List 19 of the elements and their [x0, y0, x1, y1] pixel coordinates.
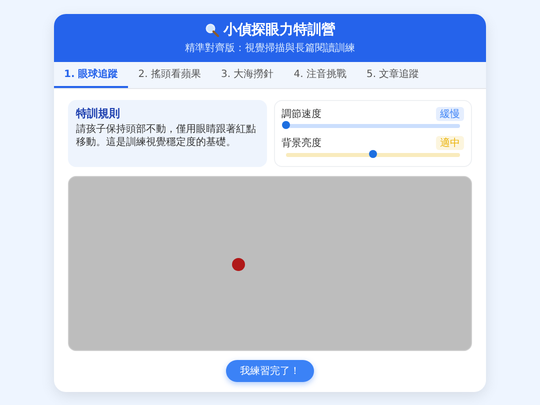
tab[interactable]: 4. 注音挑戰: [284, 62, 356, 88]
value-tag: 適中: [436, 136, 464, 150]
slider-label: 調節速度: [282, 108, 322, 122]
slider-track[interactable]: [286, 152, 460, 157]
app-subtitle: 精準對齊版：視覺掃描與長篇閱讀訓練: [185, 42, 355, 55]
tab[interactable]: 1. 眼球追蹤: [54, 62, 128, 88]
rules-text: 請孩子保持頭部不動，僅用眼睛跟著紅點移動。這是訓練視覺穩定度的基礎。: [76, 124, 257, 149]
rules-title: 特訓規則: [76, 106, 121, 121]
target-dot: [232, 258, 245, 270]
app-title: 小偵探眼力特訓營: [224, 21, 336, 39]
tab[interactable]: 2. 搖頭看蘋果: [128, 62, 211, 88]
slider-thumb[interactable]: [282, 121, 290, 130]
slider-label: 背景亮度: [282, 136, 322, 150]
tab[interactable]: 5. 文章追蹤: [356, 62, 430, 88]
finish-button[interactable]: 我練習完了！: [226, 360, 314, 382]
tab[interactable]: 3. 大海撈針: [210, 62, 284, 88]
search-icon: [204, 23, 218, 37]
value-tag: 緩慢: [436, 107, 464, 122]
slider-thumb[interactable]: [368, 150, 377, 158]
